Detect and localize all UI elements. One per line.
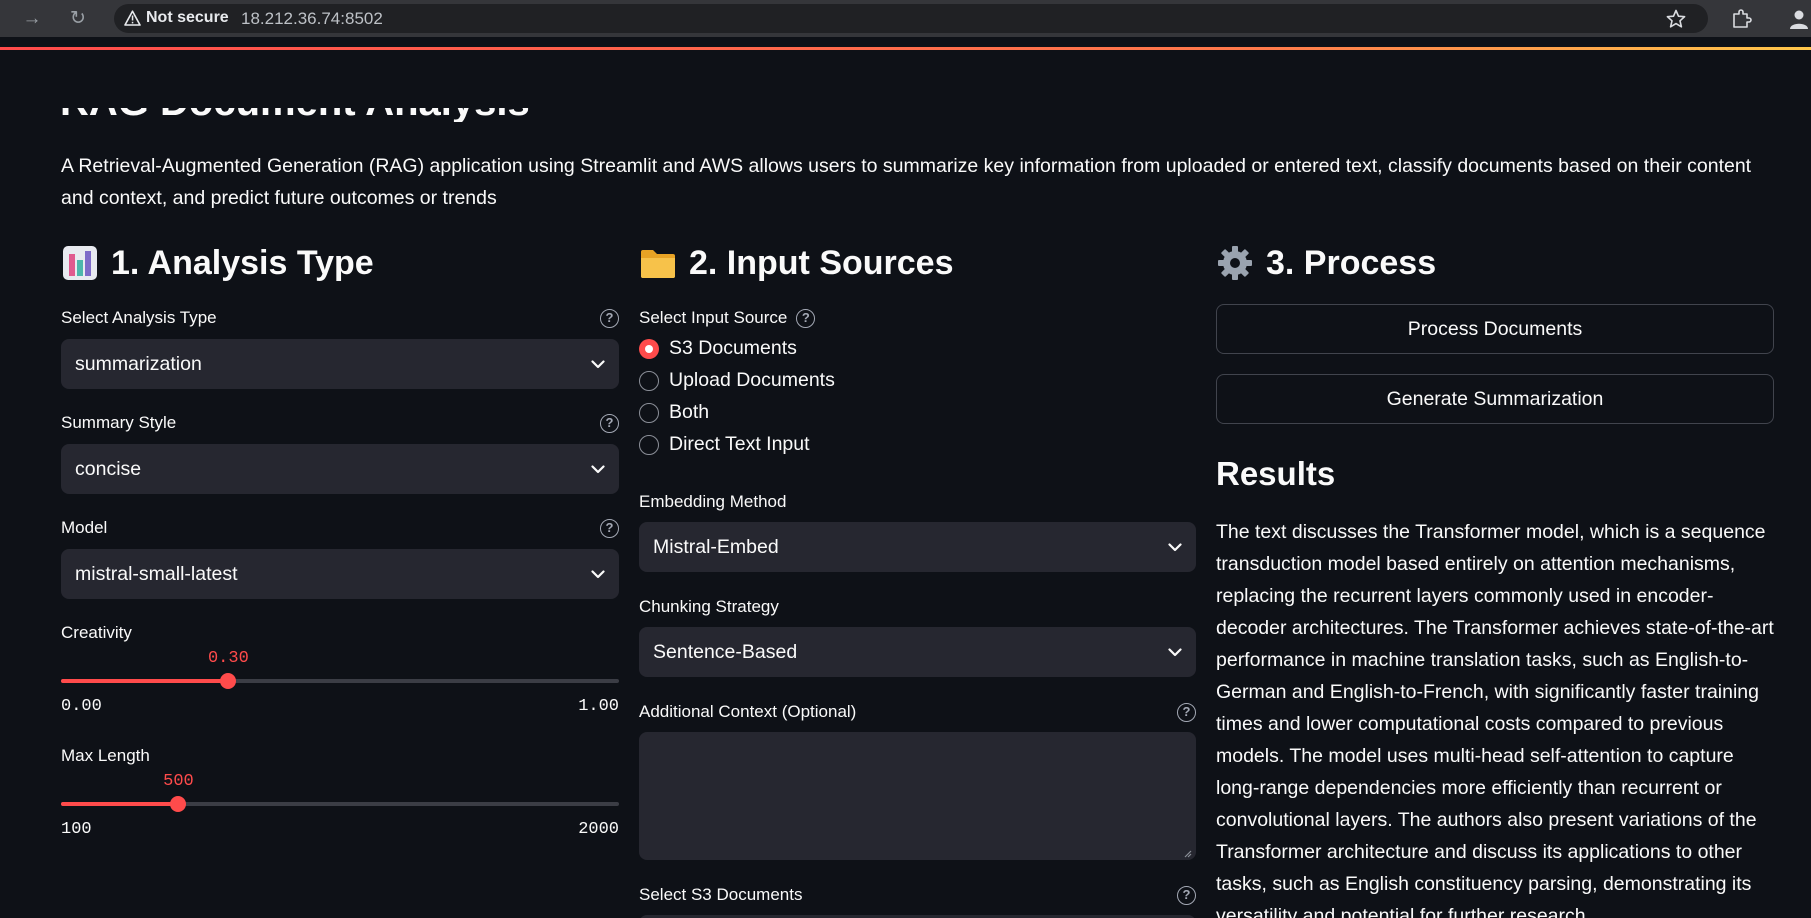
- input-source-label: Select Input Source: [639, 308, 788, 327]
- radio-label: Upload Documents: [669, 369, 835, 391]
- results-text: The text discusses the Transformer model…: [1216, 521, 1774, 918]
- resize-grip-icon[interactable]: [1182, 848, 1192, 858]
- input-sources-heading: 2. Input Sources: [639, 240, 1196, 286]
- chevron-down-icon: [591, 569, 605, 578]
- input-sources-title: 2. Input Sources: [689, 243, 954, 282]
- url-text[interactable]: 18.212.36.74:8502: [241, 9, 383, 29]
- embedding-label: Embedding Method: [639, 492, 787, 511]
- process-title: 3. Process: [1266, 243, 1437, 282]
- model-label-row: Model ?: [61, 518, 619, 538]
- page-title-clip: RAG Document Analysis: [60, 108, 660, 122]
- radio-label: Direct Text Input: [669, 433, 810, 455]
- model-label: Model: [61, 518, 108, 537]
- creativity-label-row: Creativity: [61, 623, 619, 643]
- s3-documents-label: Select S3 Documents: [639, 885, 803, 904]
- model-value: mistral-small-latest: [75, 562, 238, 585]
- radio-label: S3 Documents: [669, 337, 797, 359]
- chunking-label-row: Chunking Strategy: [639, 597, 1196, 617]
- warning-icon: [124, 10, 141, 26]
- radio-button[interactable]: [639, 338, 659, 359]
- generate-summarization-button[interactable]: Generate Summarization: [1216, 374, 1774, 424]
- embedding-label-row: Embedding Method: [639, 492, 1196, 512]
- chunking-strategy-select[interactable]: Sentence-Based: [639, 627, 1196, 677]
- process-heading: 3. Process: [1216, 240, 1774, 286]
- help-icon[interactable]: ?: [600, 518, 619, 538]
- radio-button[interactable]: [639, 434, 659, 455]
- s3-documents-label-row: Select S3 Documents ?: [639, 885, 1196, 905]
- loading-progress-bar: [0, 47, 1811, 50]
- analysis-type-label-row: Select Analysis Type ?: [61, 308, 619, 328]
- max-length-value: 500: [163, 772, 194, 791]
- analysis-type-select[interactable]: summarization: [61, 339, 619, 389]
- profile-icon[interactable]: [1788, 8, 1810, 30]
- max-length-min: 100: [61, 820, 92, 839]
- context-label-row: Additional Context (Optional) ?: [639, 702, 1196, 722]
- help-icon[interactable]: ?: [796, 308, 816, 328]
- radio-both[interactable]: Both: [639, 401, 709, 424]
- max-length-label: Max Length: [61, 746, 150, 765]
- bookmark-star-icon[interactable]: [1665, 8, 1687, 30]
- radio-button[interactable]: [639, 402, 659, 423]
- max-length-slider-thumb[interactable]: [170, 796, 187, 812]
- context-label: Additional Context (Optional): [639, 702, 857, 721]
- radio-label: Both: [669, 401, 710, 423]
- chevron-down-icon: [591, 359, 605, 368]
- summary-style-value: concise: [75, 457, 142, 480]
- security-label: Not secure: [146, 9, 229, 26]
- embedding-method-select[interactable]: Mistral-Embed: [639, 522, 1196, 572]
- radio-direct-text-input[interactable]: Direct Text Input: [639, 433, 810, 456]
- chevron-down-icon: [1168, 542, 1182, 551]
- max-length-label-row: Max Length: [61, 746, 619, 766]
- chunking-label: Chunking Strategy: [639, 597, 779, 616]
- folder-icon: [641, 250, 675, 278]
- help-icon[interactable]: ?: [600, 308, 619, 328]
- embedding-method-value: Mistral-Embed: [653, 535, 779, 558]
- input-source-label-row: Select Input Source ?: [639, 308, 1196, 328]
- browser-toolbar: → ↻ Not secure 18.212.36.74:8502: [0, 0, 1811, 37]
- help-icon[interactable]: ?: [1177, 885, 1196, 905]
- help-icon[interactable]: ?: [1177, 702, 1196, 722]
- summary-style-label-row: Summary Style ?: [61, 413, 619, 433]
- analysis-type-value: summarization: [75, 352, 202, 375]
- chevron-down-icon: [591, 464, 605, 473]
- creativity-slider-thumb[interactable]: [220, 673, 237, 689]
- bar-chart-icon: [63, 246, 97, 280]
- forward-arrow-icon[interactable]: →: [20, 7, 44, 31]
- max-length-slider-fill: [61, 802, 179, 806]
- creativity-min: 0.00: [61, 697, 102, 716]
- reload-icon[interactable]: ↻: [66, 7, 90, 31]
- creativity-value: 0.30: [207, 649, 249, 668]
- max-length-max: 2000: [578, 820, 619, 839]
- model-select[interactable]: mistral-small-latest: [61, 549, 619, 599]
- chunking-strategy-value: Sentence-Based: [653, 640, 798, 663]
- gear-icon: [1218, 246, 1252, 280]
- analysis-type-heading: 1. Analysis Type: [61, 240, 619, 286]
- process-documents-button[interactable]: Process Documents: [1216, 304, 1774, 354]
- radio-upload-documents[interactable]: Upload Documents: [639, 369, 835, 392]
- page-title: RAG Document Analysis: [60, 108, 660, 122]
- chevron-down-icon: [1168, 647, 1182, 656]
- max-length-slider[interactable]: [61, 796, 619, 812]
- help-icon[interactable]: ?: [600, 413, 619, 433]
- analysis-type-title: 1. Analysis Type: [111, 243, 374, 282]
- creativity-slider[interactable]: [61, 673, 619, 689]
- creativity-max: 1.00: [578, 697, 619, 716]
- extensions-icon[interactable]: [1730, 8, 1752, 30]
- app-description: A Retrieval-Augmented Generation (RAG) a…: [61, 155, 1752, 209]
- radio-button[interactable]: [639, 370, 659, 391]
- summary-style-label: Summary Style: [61, 413, 177, 432]
- additional-context-textarea[interactable]: [639, 732, 1196, 860]
- radio-s3-documents[interactable]: S3 Documents: [639, 337, 797, 360]
- summary-style-select[interactable]: concise: [61, 444, 619, 494]
- analysis-type-column: 1. Analysis Type Select Analysis Type ? …: [61, 240, 619, 839]
- creativity-slider-fill: [61, 679, 229, 683]
- process-column: 3. Process Process Documents Generate Su…: [1216, 240, 1774, 918]
- analysis-type-label: Select Analysis Type: [61, 308, 217, 327]
- creativity-label: Creativity: [61, 623, 132, 642]
- results-heading: Results: [1216, 455, 1336, 492]
- security-indicator[interactable]: Not secure: [124, 7, 229, 29]
- input-sources-column: 2. Input Sources Select Input Source ? S…: [639, 240, 1196, 918]
